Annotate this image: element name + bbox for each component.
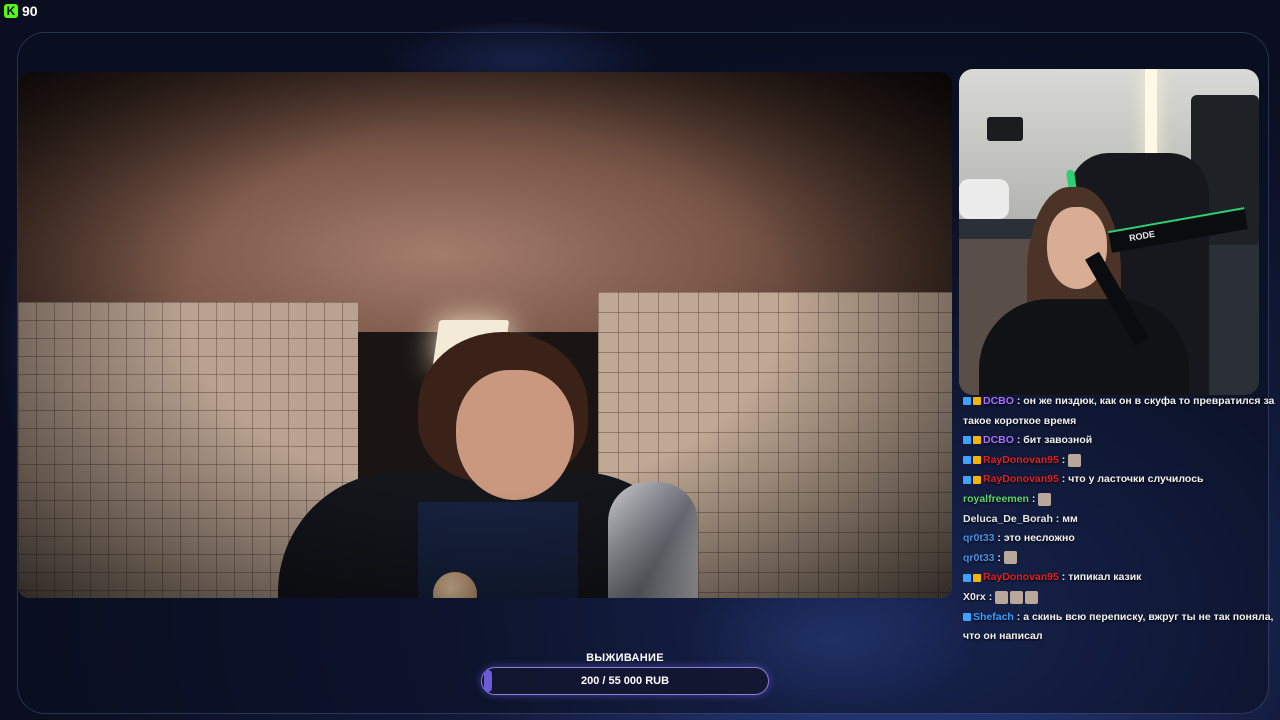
main-video[interactable]: [18, 72, 952, 598]
viewer-badge: K 90: [4, 2, 38, 20]
chat-separator: :: [1052, 512, 1063, 525]
chat-text: бит завозной: [1023, 434, 1093, 447]
chat-message: DCBO : он же пиздюк, как он в скуфа то п…: [963, 392, 1275, 412]
goal-progress-text: 200 / 55 000 RUB: [580, 675, 670, 687]
chat-separator: :: [1028, 492, 1039, 505]
chat-username[interactable]: qr0t33: [963, 552, 995, 564]
subscriber-badge-icon: [963, 573, 971, 582]
ghost-emote-icon: [1068, 453, 1082, 467]
chat-username[interactable]: RayDonovan95: [983, 473, 1059, 485]
chat-separator: :: [1013, 434, 1024, 447]
chat-separator: :: [1058, 473, 1069, 486]
chat-text-continuation: такое короткое время: [963, 414, 1077, 427]
streamer-body: [979, 299, 1189, 395]
chat-separator: :: [994, 532, 1004, 545]
chat-username[interactable]: DCBO: [983, 434, 1014, 446]
goal-progress-bar: 200 / 55 000 RUB: [481, 667, 769, 695]
chat-text: мм: [1062, 512, 1078, 525]
subscriber-badge-icon: [963, 397, 971, 406]
chat-username[interactable]: DCBO: [983, 395, 1014, 407]
chat-text: что у ласточки случилось: [1068, 473, 1204, 486]
chat-message: Shefach : а скинь всю переписку, вжруг т…: [963, 608, 1275, 628]
chat-message: X0rx :: [963, 588, 1275, 608]
chat-separator: :: [985, 590, 996, 603]
chat-separator: :: [994, 551, 1004, 564]
rocket-emote-icon: [1025, 590, 1039, 604]
cat-emote-icon: [1038, 492, 1052, 506]
chat-text-continuation: что он написал: [963, 630, 1043, 643]
chat-username[interactable]: Shefach: [973, 611, 1014, 623]
chat-username[interactable]: RayDonovan95: [983, 571, 1059, 583]
webcam-view: RODE: [959, 69, 1259, 395]
chat-message: qr0t33 :: [963, 549, 1275, 569]
subscriber-badge-icon: [963, 612, 971, 621]
chat-message: DCBO : бит завозной: [963, 431, 1275, 451]
vignette: [18, 72, 952, 598]
goal-title: ВЫЖИВАНИЕ: [586, 652, 664, 664]
pillow: [959, 179, 1009, 219]
chat-text: он же пиздюк, как он в скуфа то преврати…: [1023, 395, 1275, 407]
chat-text: это несложно: [1003, 532, 1075, 545]
chat-text: а скинь всю переписку, вжруг ты не так п…: [1023, 610, 1274, 623]
chat-text: типикал казик: [1068, 571, 1142, 584]
projector: [987, 117, 1023, 141]
viewer-count: 90: [22, 3, 38, 19]
chat-username[interactable]: RayDonovan95: [983, 454, 1059, 466]
chat-separator: :: [1058, 453, 1069, 466]
crown-badge-icon: [973, 475, 981, 484]
rocket-emote-icon: [995, 590, 1009, 604]
kick-logo-icon: K: [4, 4, 18, 18]
chat-username[interactable]: qr0t33: [963, 532, 995, 544]
chat-message: RayDonovan95 : типикал казик: [963, 568, 1275, 588]
chat-separator: :: [1013, 395, 1024, 407]
crown-badge-icon: [973, 456, 981, 464]
chat-message: RayDonovan95 : что у ласточки случилось: [963, 470, 1275, 490]
rocket-emote-icon: [1010, 590, 1024, 604]
chat-username[interactable]: royalfreemen: [963, 493, 1029, 505]
crown-badge-icon: [973, 397, 981, 406]
subscriber-badge-icon: [963, 456, 971, 464]
chat-feed: DCBO : он же пиздюк, как он в скуфа то п…: [963, 392, 1275, 652]
chat-separator: :: [1058, 571, 1069, 584]
chat-username[interactable]: Deluca_De_Borah: [963, 513, 1053, 525]
chat-message: RayDonovan95 :: [963, 451, 1275, 471]
crown-badge-icon: [973, 436, 981, 445]
chat-message: qr0t33 : это несложно: [963, 529, 1275, 549]
subscriber-badge-icon: [963, 475, 971, 484]
chat-username[interactable]: X0rx: [963, 591, 986, 603]
crown-badge-icon: [973, 573, 981, 582]
subscriber-badge-icon: [963, 436, 971, 445]
chat-message: Deluca_De_Borah : мм: [963, 510, 1275, 530]
chat-message: royalfreemen :: [963, 490, 1275, 510]
chat-separator: :: [1013, 610, 1024, 623]
face-emote-icon: [1003, 551, 1017, 565]
